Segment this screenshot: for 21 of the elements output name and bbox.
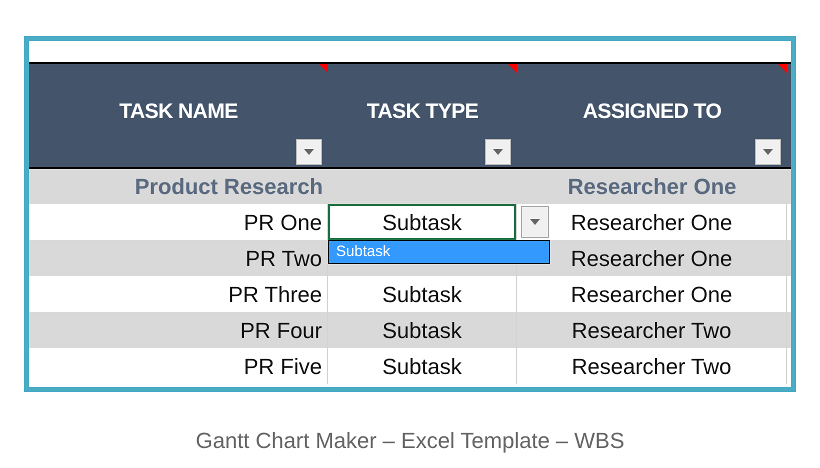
dropdown-option[interactable]: Subtask [329, 241, 549, 263]
caption: Gantt Chart Maker – Excel Template – WBS [196, 427, 624, 455]
group-assignee: Researcher One [568, 173, 736, 201]
table-cell: Subtask [328, 204, 516, 240]
column-header: ASSIGNED TO [582, 98, 722, 125]
filter-button[interactable] [296, 139, 322, 165]
table-cell-text: Subtask [381, 316, 463, 344]
caret-icon [530, 219, 540, 225]
table-cell: Researcher Two [517, 348, 787, 384]
table-cell-text: Subtask [381, 280, 463, 308]
column-header: TASK NAME [119, 98, 238, 125]
table-cell-text: Subtask [381, 352, 463, 380]
dropdown-button[interactable] [521, 206, 549, 238]
table-cell: PR Five [29, 348, 328, 384]
column-header: TASK TYPE [366, 98, 478, 125]
caret-icon [304, 149, 314, 155]
group-name: Product Research [134, 173, 323, 201]
filter-button[interactable] [485, 139, 511, 165]
caret-icon [493, 149, 503, 155]
filter-button[interactable] [755, 139, 781, 165]
caret-icon [763, 149, 773, 155]
